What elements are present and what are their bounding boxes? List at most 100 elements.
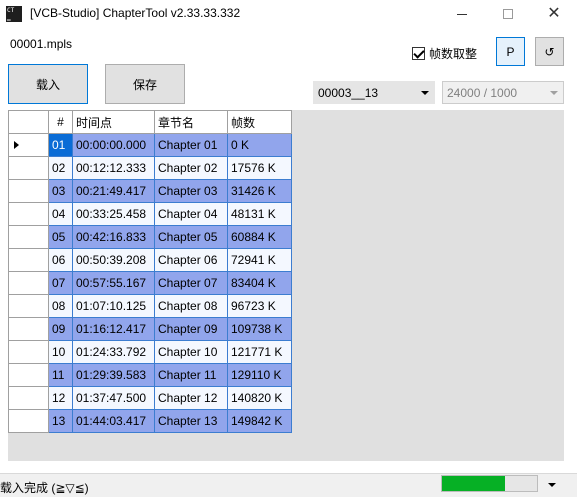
load-button[interactable]: 载入 <box>8 64 88 104</box>
table-row[interactable]: 06 00:50:39.208 Chapter 06 72941 K <box>8 248 292 272</box>
cell-frames[interactable]: 31426 K <box>227 179 292 203</box>
cell-frames[interactable]: 17576 K <box>227 156 292 180</box>
cell-number[interactable]: 11 <box>48 363 73 387</box>
status-dropdown-button[interactable] <box>542 478 562 492</box>
progress-bar <box>441 475 538 492</box>
cell-time[interactable]: 00:57:55.167 <box>72 271 155 295</box>
column-header-frames[interactable]: 帧数 <box>227 110 292 134</box>
table-row[interactable]: 04 00:33:25.458 Chapter 04 48131 K <box>8 202 292 226</box>
row-header[interactable] <box>8 225 49 249</box>
table-row[interactable]: 10 01:24:33.792 Chapter 10 121771 K <box>8 340 292 364</box>
cell-number[interactable]: 06 <box>48 248 73 272</box>
cell-name[interactable]: Chapter 13 <box>154 409 228 433</box>
maximize-button[interactable] <box>485 0 531 28</box>
cell-name[interactable]: Chapter 11 <box>154 363 228 387</box>
row-header[interactable] <box>8 179 49 203</box>
cell-frames[interactable]: 72941 K <box>227 248 292 272</box>
cell-time[interactable]: 00:00:00.000 <box>72 133 155 157</box>
minimize-button[interactable] <box>439 0 485 28</box>
cell-frames[interactable]: 109738 K <box>227 317 292 341</box>
cell-name[interactable]: Chapter 01 <box>154 133 228 157</box>
frame-round-checkbox[interactable] <box>412 47 425 60</box>
cell-time[interactable]: 01:07:10.125 <box>72 294 155 318</box>
table-row[interactable]: 09 01:16:12.417 Chapter 09 109738 K <box>8 317 292 341</box>
cell-time[interactable]: 01:24:33.792 <box>72 340 155 364</box>
fps-select[interactable]: 24000 / 1000 <box>442 81 564 104</box>
progress-fill <box>442 476 505 491</box>
row-header[interactable] <box>8 294 49 318</box>
cell-time[interactable]: 00:42:16.833 <box>72 225 155 249</box>
row-header[interactable] <box>8 133 49 157</box>
cell-time[interactable]: 01:37:47.500 <box>72 386 155 410</box>
cell-name[interactable]: Chapter 12 <box>154 386 228 410</box>
cell-time[interactable]: 00:21:49.417 <box>72 179 155 203</box>
close-button[interactable]: ✕ <box>531 0 577 28</box>
table-row[interactable]: 08 01:07:10.125 Chapter 08 96723 K <box>8 294 292 318</box>
p-button[interactable]: P <box>496 37 525 66</box>
cell-name[interactable]: Chapter 10 <box>154 340 228 364</box>
cell-frames[interactable]: 149842 K <box>227 409 292 433</box>
table-row[interactable]: 05 00:42:16.833 Chapter 05 60884 K <box>8 225 292 249</box>
refresh-button[interactable]: ↺ <box>535 37 564 66</box>
row-header[interactable] <box>8 317 49 341</box>
cell-frames[interactable]: 121771 K <box>227 340 292 364</box>
table-row[interactable]: 02 00:12:12.333 Chapter 02 17576 K <box>8 156 292 180</box>
save-button[interactable]: 保存 <box>105 64 185 104</box>
cell-name[interactable]: Chapter 07 <box>154 271 228 295</box>
row-header[interactable] <box>8 386 49 410</box>
row-header[interactable] <box>8 409 49 433</box>
current-row-icon <box>14 141 19 149</box>
cell-number[interactable]: 04 <box>48 202 73 226</box>
title-bar: CT ▁ [VCB-Studio] ChapterTool v2.33.33.3… <box>0 0 577 28</box>
row-header[interactable] <box>8 271 49 295</box>
cell-time[interactable]: 01:16:12.417 <box>72 317 155 341</box>
cell-time[interactable]: 00:33:25.458 <box>72 202 155 226</box>
cell-frames[interactable]: 60884 K <box>227 225 292 249</box>
cell-number[interactable]: 09 <box>48 317 73 341</box>
cell-frames[interactable]: 140820 K <box>227 386 292 410</box>
table-row[interactable]: 13 01:44:03.417 Chapter 13 149842 K <box>8 409 292 433</box>
cell-number[interactable]: 08 <box>48 294 73 318</box>
cell-name[interactable]: Chapter 05 <box>154 225 228 249</box>
row-header[interactable] <box>8 340 49 364</box>
cell-number[interactable]: 03 <box>48 179 73 203</box>
column-header-time[interactable]: 时间点 <box>72 110 155 134</box>
cell-number[interactable]: 12 <box>48 386 73 410</box>
cell-name[interactable]: Chapter 02 <box>154 156 228 180</box>
cell-time[interactable]: 00:12:12.333 <box>72 156 155 180</box>
cell-frames[interactable]: 48131 K <box>227 202 292 226</box>
cell-number[interactable]: 02 <box>48 156 73 180</box>
cell-name[interactable]: Chapter 04 <box>154 202 228 226</box>
cell-number[interactable]: 05 <box>48 225 73 249</box>
cell-frames[interactable]: 96723 K <box>227 294 292 318</box>
chapter-source-select[interactable]: 00003__13 <box>313 81 435 104</box>
row-header[interactable] <box>8 156 49 180</box>
cell-name[interactable]: Chapter 06 <box>154 248 228 272</box>
cell-name[interactable]: Chapter 08 <box>154 294 228 318</box>
status-text: 载入完成 (≧▽≦) <box>0 481 89 495</box>
table-row[interactable]: 12 01:37:47.500 Chapter 12 140820 K <box>8 386 292 410</box>
cell-number[interactable]: 07 <box>48 271 73 295</box>
row-header[interactable] <box>8 248 49 272</box>
row-header[interactable] <box>8 202 49 226</box>
app-icon: CT ▁ <box>6 6 22 22</box>
column-header-number[interactable]: # <box>48 110 73 134</box>
cell-number[interactable]: 01 <box>48 133 73 157</box>
frame-round-option[interactable]: 帧数取整 <box>412 45 477 62</box>
cell-time[interactable]: 00:50:39.208 <box>72 248 155 272</box>
cell-time[interactable]: 01:44:03.417 <box>72 409 155 433</box>
cell-number[interactable]: 10 <box>48 340 73 364</box>
table-row[interactable]: 11 01:29:39.583 Chapter 11 129110 K <box>8 363 292 387</box>
cell-frames[interactable]: 83404 K <box>227 271 292 295</box>
table-row[interactable]: 07 00:57:55.167 Chapter 07 83404 K <box>8 271 292 295</box>
cell-time[interactable]: 01:29:39.583 <box>72 363 155 387</box>
cell-name[interactable]: Chapter 09 <box>154 317 228 341</box>
cell-frames[interactable]: 0 K <box>227 133 292 157</box>
table-row[interactable]: 03 00:21:49.417 Chapter 03 31426 K <box>8 179 292 203</box>
cell-frames[interactable]: 129110 K <box>227 363 292 387</box>
cell-number[interactable]: 13 <box>48 409 73 433</box>
row-header[interactable] <box>8 363 49 387</box>
table-row[interactable]: 01 00:00:00.000 Chapter 01 0 K <box>8 133 292 157</box>
column-header-name[interactable]: 章节名 <box>154 110 228 134</box>
cell-name[interactable]: Chapter 03 <box>154 179 228 203</box>
